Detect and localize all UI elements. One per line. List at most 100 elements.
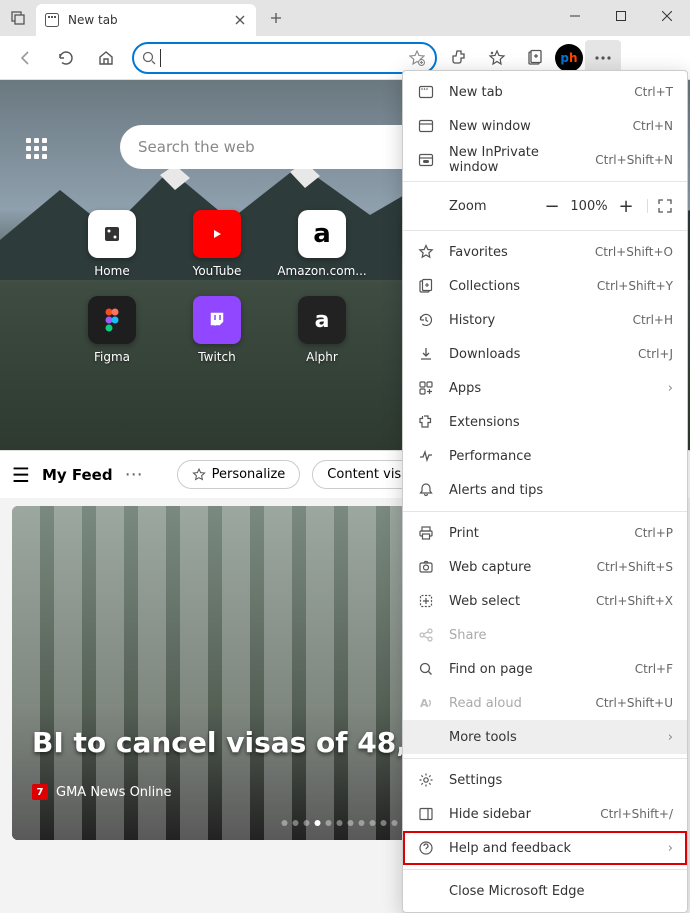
menu-label: New InPrivate window [449,145,581,175]
tab-actions-button[interactable] [0,0,36,36]
new-tab-icon [417,84,435,100]
quick-link-label: YouTube [193,264,242,278]
carousel-dots[interactable] [282,820,409,826]
menu-separator [403,758,687,759]
menu-new-inprivate[interactable]: New InPrivate window Ctrl+Shift+N [403,143,687,177]
menu-settings[interactable]: Settings [403,763,687,797]
menu-web-capture[interactable]: Web capture Ctrl+Shift+S [403,550,687,584]
menu-shortcut: Ctrl+N [633,119,673,133]
menu-label: History [449,313,619,328]
zoom-out-button[interactable]: − [537,191,567,221]
menu-more-tools[interactable]: More tools › [403,720,687,754]
profile-avatar[interactable]: ph [555,44,583,72]
menu-shortcut: Ctrl+J [638,347,673,361]
menu-downloads[interactable]: Downloads Ctrl+J [403,337,687,371]
window-controls [552,0,690,32]
quick-link-label: Figma [94,350,130,364]
menu-label: Extensions [449,415,673,430]
quick-link-alphr[interactable]: aAlphr [282,296,362,364]
menu-close-edge[interactable]: Close Microsoft Edge [403,874,687,908]
performance-icon [417,448,435,464]
menu-shortcut: Ctrl+Shift+X [596,594,673,608]
menu-web-select[interactable]: Web select Ctrl+Shift+X [403,584,687,618]
story-source: 7 GMA News Online [32,784,172,800]
menu-shortcut: Ctrl+P [634,526,673,540]
chip-label: Content vis [327,467,401,482]
menu-label: Apps [449,381,654,396]
address-bar[interactable] [132,42,437,74]
quick-link-twitch[interactable]: Twitch [177,296,257,364]
tab-title: New tab [68,13,232,27]
close-window-button[interactable] [644,0,690,32]
sidebar-icon [417,806,435,822]
menu-apps[interactable]: Apps › [403,371,687,405]
menu-shortcut: Ctrl+H [633,313,673,327]
youtube-icon [193,210,241,258]
menu-extensions[interactable]: Extensions [403,405,687,439]
alphr-icon: a [298,296,346,344]
content-visibility-chip[interactable]: Content vis [312,460,416,489]
browser-tab[interactable]: New tab [36,4,256,36]
menu-new-tab[interactable]: New tab Ctrl+T [403,75,687,109]
maximize-button[interactable] [598,0,644,32]
web-search-placeholder: Search the web [138,138,255,156]
menu-separator [403,511,687,512]
quick-link-figma[interactable]: Figma [72,296,152,364]
menu-favorites[interactable]: Favorites Ctrl+Shift+O [403,235,687,269]
menu-label: More tools [449,730,654,745]
quick-link-label: Amazon.com... [277,264,366,278]
gear-icon [417,772,435,788]
twitch-icon [193,296,241,344]
menu-separator [403,869,687,870]
menu-collections[interactable]: Collections Ctrl+Shift+Y [403,269,687,303]
menu-label: Collections [449,279,583,294]
history-icon [417,312,435,328]
select-icon [417,593,435,609]
menu-label: Favorites [449,245,581,260]
minimize-button[interactable] [552,0,598,32]
menu-history[interactable]: History Ctrl+H [403,303,687,337]
menu-shortcut: Ctrl+Shift+S [597,560,673,574]
menu-find[interactable]: Find on page Ctrl+F [403,652,687,686]
menu-label: Share [449,628,673,643]
amazon-icon: a [298,210,346,258]
menu-print[interactable]: Print Ctrl+P [403,516,687,550]
chevron-right-icon: › [668,730,673,745]
app-launcher-button[interactable] [26,138,50,162]
new-window-icon [417,118,435,134]
home-button[interactable] [88,40,124,76]
menu-alerts[interactable]: Alerts and tips [403,473,687,507]
menu-label: Read aloud [449,696,581,711]
search-icon [142,51,160,65]
menu-help[interactable]: Help and feedback › [403,831,687,865]
menu-label: Help and feedback [449,841,654,856]
quick-link-amazon[interactable]: aAmazon.com... [282,210,362,278]
feed-more-button[interactable]: ⋯ [125,464,143,485]
menu-label: Settings [449,773,673,788]
back-button[interactable] [8,40,44,76]
feed-menu-button[interactable]: ☰ [12,463,30,487]
new-tab-button[interactable] [262,4,290,32]
menu-shortcut: Ctrl+F [635,662,673,676]
capture-icon [417,559,435,575]
home-icon [88,210,136,258]
menu-label: Alerts and tips [449,483,673,498]
zoom-in-button[interactable]: + [611,191,641,221]
menu-hide-sidebar[interactable]: Hide sidebar Ctrl+Shift+/ [403,797,687,831]
address-input[interactable] [167,50,427,66]
source-name: GMA News Online [56,785,172,800]
personalize-chip[interactable]: Personalize [177,460,301,489]
download-icon [417,346,435,362]
menu-label: Find on page [449,662,621,677]
fullscreen-button[interactable] [647,199,673,213]
settings-menu: New tab Ctrl+T New window Ctrl+N New InP… [402,70,688,913]
menu-new-window[interactable]: New window Ctrl+N [403,109,687,143]
quick-link-home[interactable]: Home [72,210,152,278]
refresh-button[interactable] [48,40,84,76]
tab-close-button[interactable] [232,12,248,28]
menu-label: Print [449,526,620,541]
favorite-star-icon[interactable] [409,50,425,66]
menu-performance[interactable]: Performance [403,439,687,473]
quick-link-label: Home [94,264,129,278]
quick-link-youtube[interactable]: YouTube [177,210,257,278]
